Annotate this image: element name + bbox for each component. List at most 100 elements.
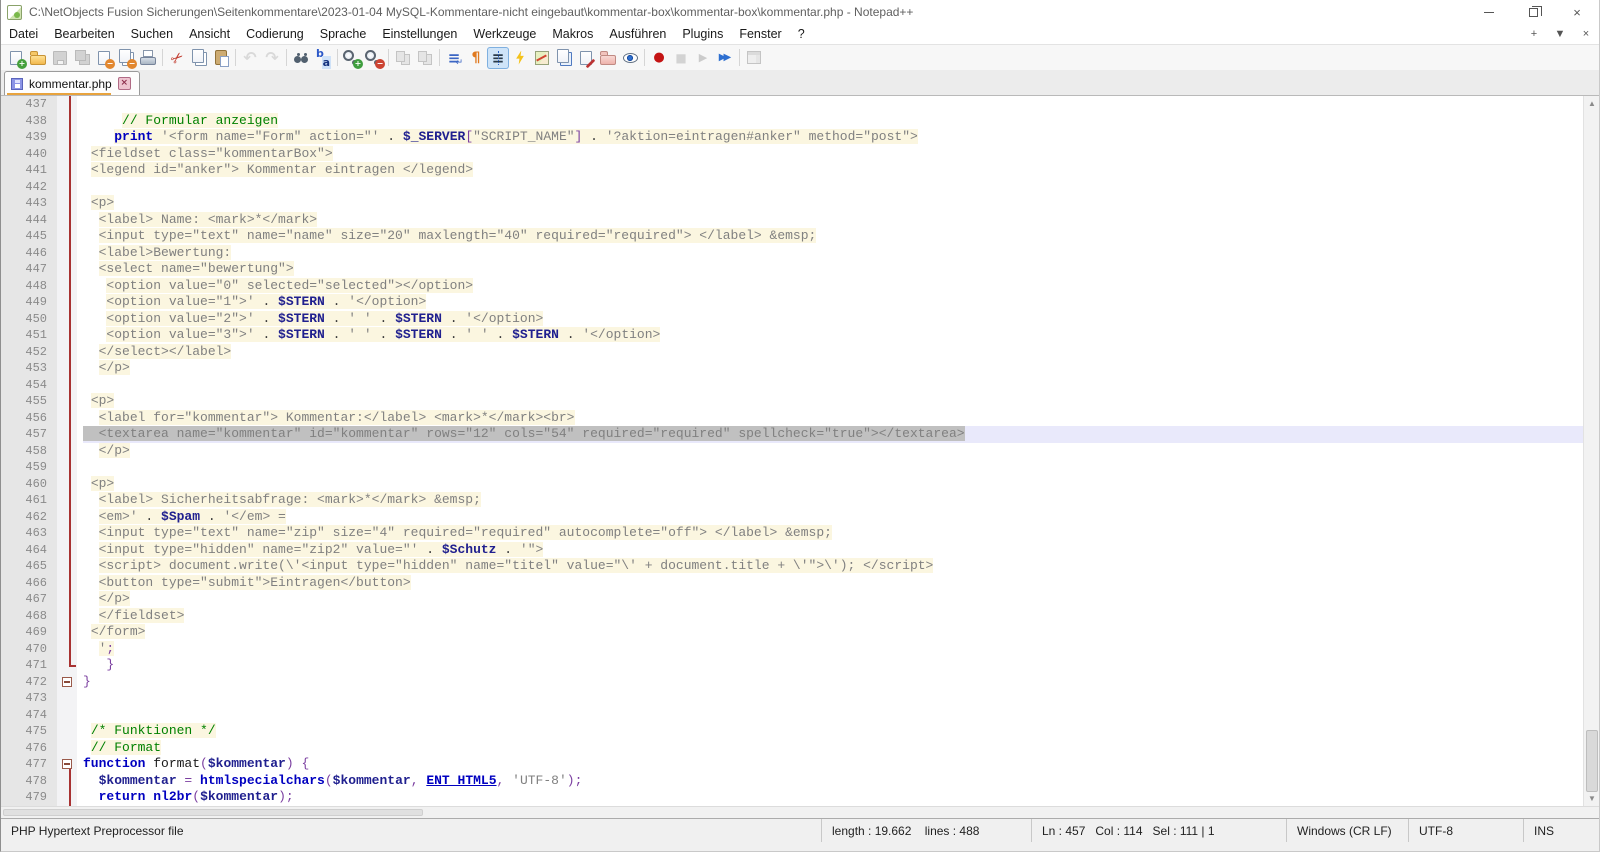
status-encoding[interactable]: UTF-8 <box>1408 819 1523 842</box>
status-typing-mode[interactable]: INS <box>1523 819 1599 842</box>
fold-collapse-box-line-472[interactable] <box>62 677 72 687</box>
line-number: 449 <box>1 294 47 311</box>
close-document-button[interactable]: × <box>1573 28 1599 40</box>
fold-collapse-box-line-477[interactable] <box>62 759 72 769</box>
cut-icon[interactable] <box>166 47 188 69</box>
document-map-icon[interactable] <box>531 47 553 69</box>
close-file-icon[interactable] <box>93 47 115 69</box>
new-file-icon[interactable] <box>5 47 27 69</box>
show-indent-guide-icon[interactable] <box>487 47 509 69</box>
sync-vertical-scrolling-icon[interactable] <box>392 47 414 69</box>
open-file-icon[interactable] <box>27 47 49 69</box>
menu-plugins[interactable]: Plugins <box>674 25 731 43</box>
vertical-scrollbar-thumb[interactable] <box>1586 730 1598 792</box>
code-area[interactable]: // Formular anzeigen print '<form name="… <box>77 96 1599 806</box>
menu-einstellungen[interactable]: Einstellungen <box>374 25 465 43</box>
editor[interactable]: 4374384394404414424434444454464474484494… <box>1 96 1599 806</box>
code-line-440: <fieldset class="kommentarBox"> <box>83 146 1599 163</box>
macro-record-icon[interactable] <box>648 47 670 69</box>
vertical-scrollbar[interactable]: ▲ ▼ <box>1583 96 1599 806</box>
project-folder-icon[interactable] <box>597 47 619 69</box>
save-file-icon[interactable] <box>49 47 71 69</box>
code-line-445: <input type="text" name="name" size="20"… <box>83 228 1599 245</box>
line-number: 463 <box>1 525 47 542</box>
close-all-icon[interactable] <box>115 47 137 69</box>
code-line-438: // Formular anzeigen <box>83 113 1599 130</box>
code-line-471: } <box>83 657 1599 674</box>
line-number: 455 <box>1 393 47 410</box>
code-line-449: <option value="1">' . $STERN . '</option… <box>83 294 1599 311</box>
line-number: 474 <box>1 707 47 724</box>
redo-icon[interactable] <box>261 47 283 69</box>
macro-stop-icon[interactable] <box>670 47 692 69</box>
menu-sprache[interactable]: Sprache <box>312 25 375 43</box>
menu-datei[interactable]: Datei <box>1 25 46 43</box>
find-icon[interactable] <box>290 47 312 69</box>
file-edit-monitor-icon[interactable] <box>575 47 597 69</box>
copy-icon[interactable] <box>188 47 210 69</box>
new-tab-button[interactable]: + <box>1521 28 1547 40</box>
toolbar <box>1 44 1599 70</box>
tab-kommentar-php[interactable]: kommentar.php <box>4 71 140 95</box>
macro-playback-icon[interactable] <box>692 47 714 69</box>
toolbar-separator <box>235 49 236 66</box>
tab-list-button[interactable]: ▼ <box>1547 28 1573 40</box>
scroll-down-arrow-icon[interactable]: ▼ <box>1584 791 1599 806</box>
code-line-437 <box>83 96 1599 113</box>
saved-file-icon <box>11 78 23 90</box>
code-line-453: </p> <box>83 360 1599 377</box>
code-line-473 <box>83 690 1599 707</box>
status-eol-format[interactable]: Windows (CR LF) <box>1286 819 1408 842</box>
undo-icon[interactable] <box>239 47 261 69</box>
menu-werkzeuge[interactable]: Werkzeuge <box>465 25 544 43</box>
menu-?[interactable]: ? <box>790 25 813 43</box>
line-number: 453 <box>1 360 47 377</box>
notepad-plus-plus-window: C:\NetObjects Fusion Sicherungen\Seitenk… <box>0 0 1600 852</box>
line-number: 440 <box>1 146 47 163</box>
document-list-icon[interactable] <box>553 47 575 69</box>
zoom-out-icon[interactable] <box>363 47 385 69</box>
word-wrap-icon[interactable] <box>443 47 465 69</box>
code-line-452: </select></label> <box>83 344 1599 361</box>
tab-close-icon[interactable] <box>118 77 131 90</box>
horizontal-scrollbar-thumb[interactable] <box>3 809 423 816</box>
close-icon[interactable]: × <box>1555 0 1599 24</box>
status-bar: PHP Hypertext Preprocessor file length :… <box>1 818 1599 842</box>
line-number-gutter: 4374384394404414424434444454464474484494… <box>1 96 57 806</box>
sync-horizontal-scrolling-icon[interactable] <box>414 47 436 69</box>
menu-fenster[interactable]: Fenster <box>731 25 789 43</box>
code-line-478: $kommentar = htmlspecialchars($kommentar… <box>83 773 1599 790</box>
toolbar-separator <box>388 49 389 66</box>
restore-icon[interactable] <box>1511 0 1555 24</box>
function-list-icon[interactable] <box>509 47 531 69</box>
menu-makros[interactable]: Makros <box>544 25 601 43</box>
menu-ausfhren[interactable]: Ausführen <box>601 25 674 43</box>
code-line-476: // Format <box>83 740 1599 757</box>
macro-run-multiple-icon[interactable] <box>714 47 736 69</box>
line-number: 442 <box>1 179 47 196</box>
menu-bearbeiten[interactable]: Bearbeiten <box>46 25 122 43</box>
macro-save-icon[interactable] <box>743 47 765 69</box>
menu-codierung[interactable]: Codierung <box>238 25 312 43</box>
zoom-in-icon[interactable] <box>341 47 363 69</box>
view-eye-icon[interactable] <box>619 47 641 69</box>
save-all-icon[interactable] <box>71 47 93 69</box>
code-line-439: print '<form name="Form" action="' . $_S… <box>83 129 1599 146</box>
line-number: 466 <box>1 575 47 592</box>
scroll-up-arrow-icon[interactable]: ▲ <box>1584 96 1599 111</box>
status-doc-type: PHP Hypertext Preprocessor file <box>1 819 821 842</box>
replace-icon[interactable] <box>312 47 334 69</box>
minimize-icon[interactable] <box>1467 0 1511 24</box>
menu-ansicht[interactable]: Ansicht <box>181 25 238 43</box>
paste-icon[interactable] <box>210 47 232 69</box>
toolbar-separator <box>337 49 338 66</box>
code-line-472: } <box>83 674 1599 691</box>
menu-suchen[interactable]: Suchen <box>123 25 181 43</box>
horizontal-scrollbar[interactable] <box>1 806 1599 818</box>
code-line-463: <input type="text" name="zip" size="4" r… <box>83 525 1599 542</box>
code-line-444: <label> Name: <mark>*</mark> <box>83 212 1599 229</box>
show-all-characters-icon[interactable] <box>465 47 487 69</box>
line-number: 460 <box>1 476 47 493</box>
print-icon[interactable] <box>137 47 159 69</box>
code-line-477: function format($kommentar) { <box>83 756 1599 773</box>
